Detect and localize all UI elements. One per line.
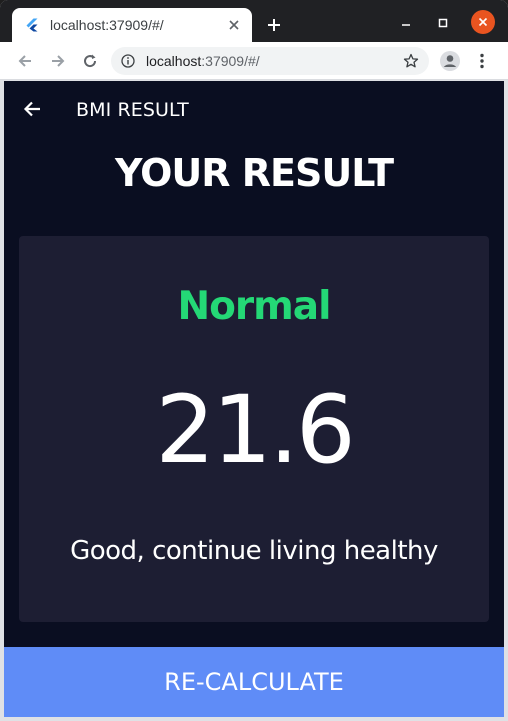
maximize-icon[interactable] <box>431 11 455 35</box>
star-icon[interactable] <box>403 53 419 69</box>
bmi-value: 21.6 <box>155 376 355 485</box>
tab-close-icon[interactable] <box>226 17 242 33</box>
back-arrow-icon[interactable] <box>20 97 44 121</box>
reload-icon[interactable] <box>79 50 101 72</box>
forward-arrow-icon[interactable] <box>47 50 69 72</box>
browser-tab[interactable]: localhost:37909/#/ <box>12 8 252 42</box>
recalculate-button[interactable]: RE-CALCULATE <box>4 647 504 717</box>
address-bar[interactable]: localhost:37909/#/ <box>111 47 429 75</box>
bmi-status-label: Normal <box>177 284 332 329</box>
url-path: :37909/#/ <box>201 53 260 69</box>
browser-window: localhost:37909/#/ localhost:37909/#/ BM… <box>0 0 508 721</box>
new-tab-icon[interactable] <box>262 13 286 37</box>
browser-toolbar: localhost:37909/#/ <box>0 42 508 80</box>
back-arrow-icon[interactable] <box>14 50 36 72</box>
url-text: localhost:37909/#/ <box>146 53 260 69</box>
tab-strip: localhost:37909/#/ <box>0 0 508 42</box>
kebab-menu-icon[interactable] <box>471 50 493 72</box>
bmi-advice-text: Good, continue living healthy <box>70 536 438 566</box>
recalculate-label: RE-CALCULATE <box>164 668 344 696</box>
page-title: YOUR RESULT <box>114 151 394 195</box>
info-icon[interactable] <box>120 53 136 69</box>
tab-title: localhost:37909/#/ <box>50 17 164 33</box>
app-viewport: BMI RESULT YOUR RESULT Normal 21.6 Good,… <box>4 81 504 717</box>
app-title: BMI RESULT <box>76 99 189 121</box>
result-card: Normal 21.6 Good, continue living health… <box>19 236 489 622</box>
close-window-icon[interactable] <box>471 10 495 34</box>
avatar-icon[interactable] <box>439 50 461 72</box>
app-bar: BMI RESULT <box>4 81 504 137</box>
url-host: localhost <box>146 53 202 69</box>
minimize-icon[interactable] <box>394 11 418 35</box>
flutter-icon <box>24 17 40 33</box>
